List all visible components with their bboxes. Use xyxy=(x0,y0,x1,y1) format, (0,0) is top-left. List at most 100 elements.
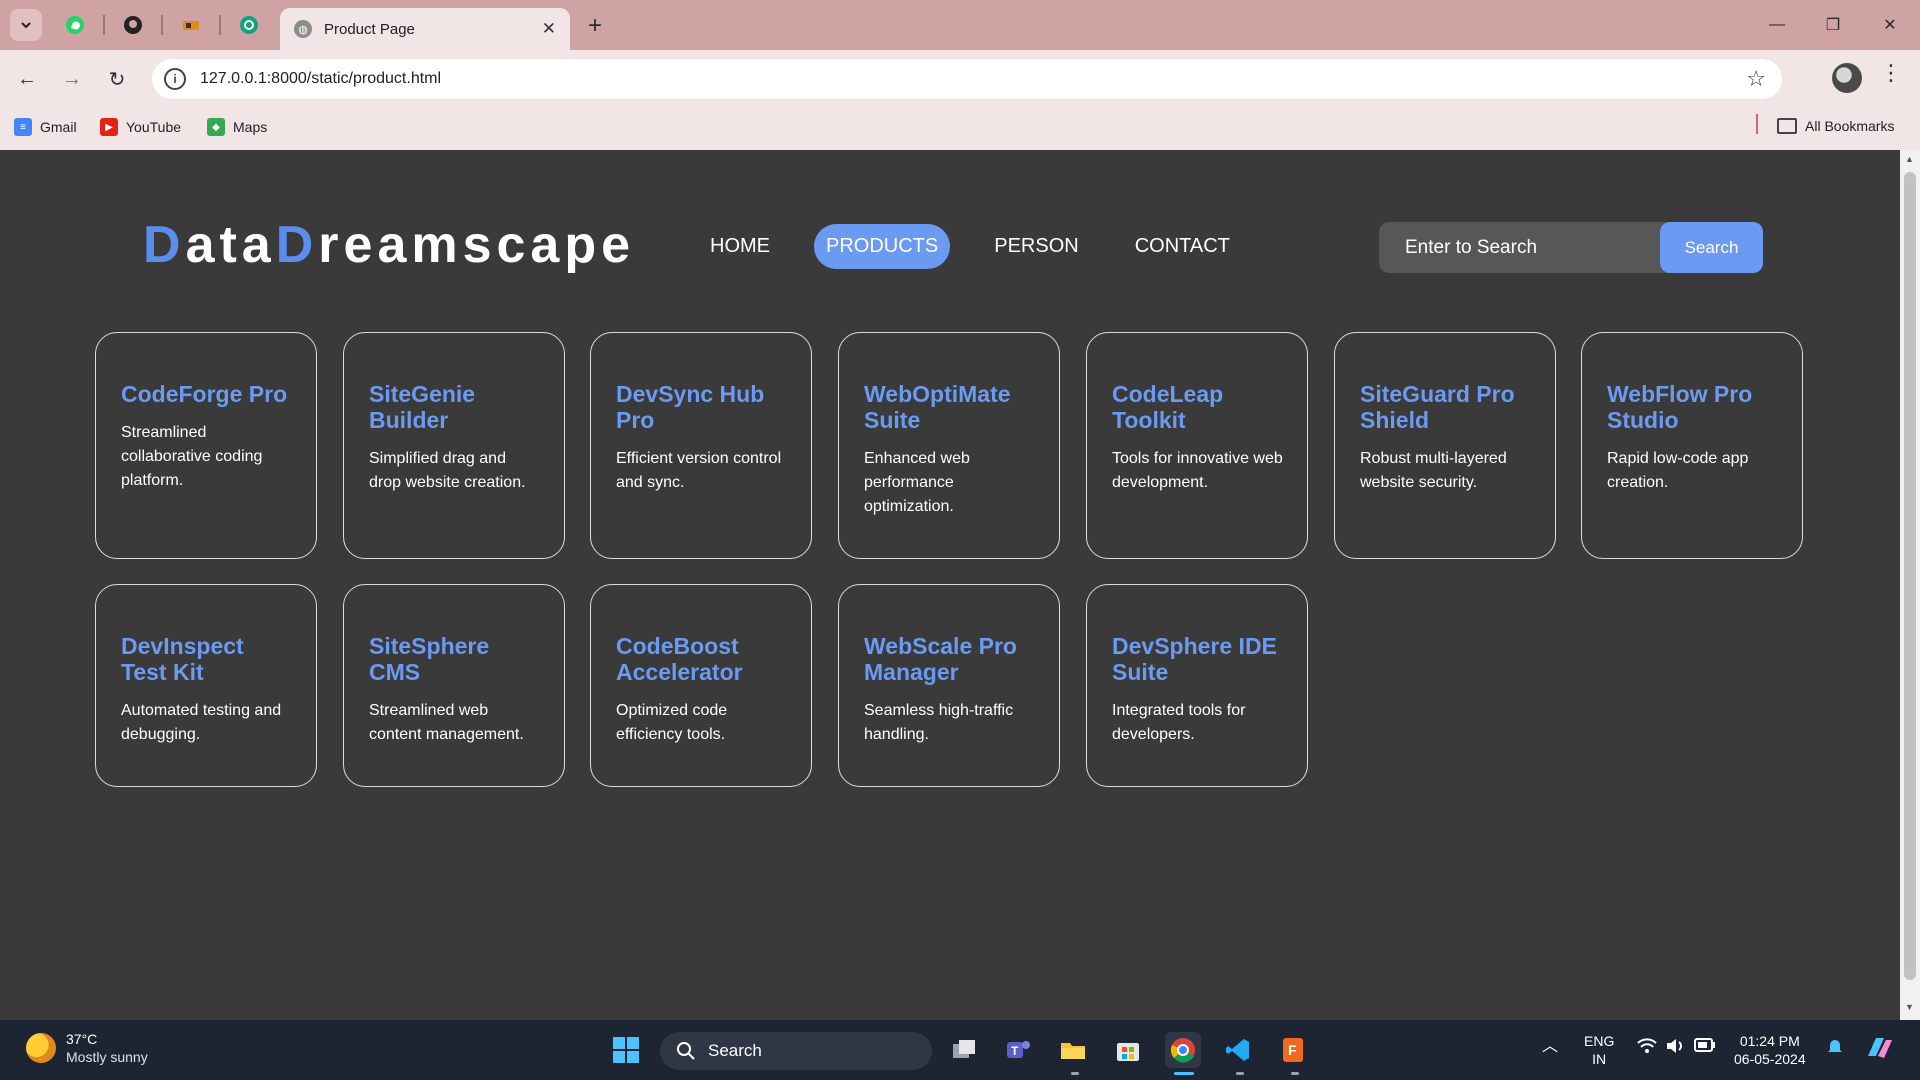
fud-app-icon[interactable]: F xyxy=(1275,1032,1311,1068)
product-card[interactable]: DevInspect Test Kit Automated testing and… xyxy=(95,584,317,787)
search-button[interactable]: Search xyxy=(1660,222,1763,273)
back-arrow-icon[interactable]: ← xyxy=(12,64,42,94)
all-bookmarks[interactable]: All Bookmarks xyxy=(1777,118,1894,134)
teams-icon[interactable]: T xyxy=(1000,1032,1036,1068)
gmail-icon: ≡ xyxy=(14,118,32,136)
product-card[interactable]: WebFlow Pro Studio Rapid low-code app cre… xyxy=(1581,332,1803,559)
site-search: Search xyxy=(1379,222,1763,273)
tab-separator xyxy=(161,15,163,35)
url-text[interactable]: 127.0.0.1:8000/static/product.html xyxy=(200,70,441,88)
language-code: ENG xyxy=(1584,1033,1615,1049)
product-description: Automated testing and debugging. xyxy=(121,702,282,743)
nav-home[interactable]: HOME xyxy=(698,224,782,269)
product-title: WebOptiMate Suite xyxy=(864,381,1011,433)
folder-icon xyxy=(1777,118,1797,134)
browser-tab-bar: ◍ Product Page ✕ + — ❐ ✕ xyxy=(0,0,1920,50)
bookmark-gmail[interactable]: ≡ Gmail xyxy=(14,118,77,136)
bookmark-label: Maps xyxy=(233,119,268,135)
task-view-icon[interactable] xyxy=(946,1032,982,1068)
windows-taskbar: 37°C Mostly sunny Search T F ︿ ENG IN 01… xyxy=(0,1020,1920,1080)
product-card[interactable]: DevSphere IDE Suite Integrated tools for … xyxy=(1086,584,1308,787)
bookmarks-bar: ≡ Gmail ▶ YouTube ◆ Maps All Bookmarks xyxy=(0,108,1920,150)
scroll-up-icon[interactable]: ▲ xyxy=(1905,154,1914,164)
bookmark-star-icon[interactable]: ☆ xyxy=(1746,66,1766,92)
clock[interactable]: 01:24 PM 06-05-2024 xyxy=(1734,1032,1806,1068)
weather-widget[interactable]: 37°C Mostly sunny xyxy=(26,1030,148,1066)
product-description: Tools for innovative web development. xyxy=(1112,450,1283,491)
product-card[interactable]: SiteSphere CMS Streamlined web content ma… xyxy=(343,584,565,787)
logo-text: ata xyxy=(185,216,276,274)
svg-text:F: F xyxy=(1288,1042,1297,1058)
volume-icon[interactable] xyxy=(1665,1038,1685,1058)
chatgpt-icon[interactable] xyxy=(235,11,263,39)
window-close-icon[interactable]: ✕ xyxy=(1875,12,1905,38)
new-tab-plus-icon[interactable]: + xyxy=(580,12,610,40)
github-icon[interactable] xyxy=(119,11,147,39)
bookmark-separator xyxy=(1756,114,1758,134)
profile-avatar[interactable] xyxy=(1832,63,1862,93)
wifi-icon[interactable] xyxy=(1637,1038,1657,1058)
nav-products[interactable]: PRODUCTS xyxy=(814,223,951,269)
tab-close-icon[interactable]: ✕ xyxy=(542,19,556,39)
temperature: 37°C xyxy=(66,1031,98,1047)
minimize-icon[interactable]: — xyxy=(1762,12,1792,38)
product-description: Optimized code efficiency tools. xyxy=(616,702,728,743)
address-bar[interactable]: i 127.0.0.1:8000/static/product.html ☆ xyxy=(152,59,1782,99)
bookmark-maps[interactable]: ◆ Maps xyxy=(207,118,267,136)
product-title: WebFlow Pro Studio xyxy=(1607,381,1753,433)
product-card[interactable]: SiteGenie Builder Simplified drag and dro… xyxy=(343,332,565,559)
product-card[interactable]: CodeForge Pro Streamlined collaborative c… xyxy=(95,332,317,559)
active-tab[interactable]: ◍ Product Page ✕ xyxy=(280,8,570,50)
product-card[interactable]: DevSync Hub Pro Efficient version control… xyxy=(590,332,812,559)
browser-menu-icon[interactable]: ⋮ xyxy=(1880,60,1902,86)
taskbar-search-label: Search xyxy=(708,1041,762,1060)
tab-separator xyxy=(219,15,221,35)
vscode-icon[interactable] xyxy=(1220,1032,1256,1068)
product-card[interactable]: SiteGuard Pro Shield Robust multi-layered… xyxy=(1334,332,1556,559)
clock-time: 01:24 PM xyxy=(1739,1033,1800,1049)
product-title: DevSphere IDE Suite xyxy=(1112,633,1277,685)
product-title: CodeLeap Toolkit xyxy=(1112,381,1224,433)
bookmark-youtube[interactable]: ▶ YouTube xyxy=(100,118,181,136)
product-description: Streamlined web content management. xyxy=(369,702,524,743)
notification-bell-icon[interactable] xyxy=(1826,1038,1844,1060)
tray-chevron-up-icon[interactable]: ︿ xyxy=(1542,1038,1558,1056)
restore-icon[interactable]: ❐ xyxy=(1818,12,1848,38)
product-description: Robust multi-layered website security. xyxy=(1360,450,1507,491)
page-scrollbar[interactable]: ▲ ▼ xyxy=(1900,150,1920,1020)
product-card[interactable]: WebOptiMate Suite Enhanced web performanc… xyxy=(838,332,1060,559)
windows-start-icon[interactable] xyxy=(608,1032,644,1068)
chrome-icon[interactable] xyxy=(1165,1032,1201,1068)
microsoft-store-icon[interactable] xyxy=(1110,1032,1146,1068)
taskbar-search[interactable]: Search xyxy=(660,1032,932,1070)
copilot-icon[interactable] xyxy=(1864,1034,1894,1066)
product-description: Simplified drag and drop website creatio… xyxy=(369,450,526,491)
battery-icon[interactable] xyxy=(1694,1038,1716,1056)
all-bookmarks-label: All Bookmarks xyxy=(1805,118,1895,134)
svg-text:T: T xyxy=(1011,1044,1019,1058)
tab-separator xyxy=(103,15,105,35)
product-title: DevInspect Test Kit xyxy=(121,633,244,685)
bookmark-label: YouTube xyxy=(126,119,182,135)
tab-search-chevron-icon[interactable] xyxy=(10,9,42,41)
product-card[interactable]: CodeLeap Toolkit Tools for innovative web… xyxy=(1086,332,1308,559)
forward-arrow-icon[interactable]: → xyxy=(57,64,87,94)
scrollbar-thumb[interactable] xyxy=(1904,172,1916,980)
search-input[interactable] xyxy=(1379,222,1660,273)
product-card[interactable]: CodeBoost Accelerator Optimized code effi… xyxy=(590,584,812,787)
site-logo[interactable]: DataDreamscape xyxy=(143,215,635,275)
logo-letter: D xyxy=(275,216,319,274)
product-card[interactable]: WebScale Pro Manager Seamless high-traffi… xyxy=(838,584,1060,787)
language-indicator[interactable]: ENG IN xyxy=(1584,1032,1614,1068)
file-explorer-icon[interactable] xyxy=(1055,1032,1091,1068)
whatsapp-icon[interactable] xyxy=(61,11,89,39)
nav-person[interactable]: PERSON xyxy=(982,224,1090,269)
clock-date: 06-05-2024 xyxy=(1734,1051,1806,1067)
pinned-tab-icon[interactable] xyxy=(177,11,205,39)
search-icon xyxy=(677,1042,695,1060)
reload-icon[interactable]: ↻ xyxy=(102,64,132,94)
site-info-icon[interactable]: i xyxy=(164,68,186,90)
scroll-down-icon[interactable]: ▼ xyxy=(1905,1002,1914,1012)
nav-contact[interactable]: CONTACT xyxy=(1123,224,1242,269)
product-description: Integrated tools for developers. xyxy=(1112,702,1246,743)
